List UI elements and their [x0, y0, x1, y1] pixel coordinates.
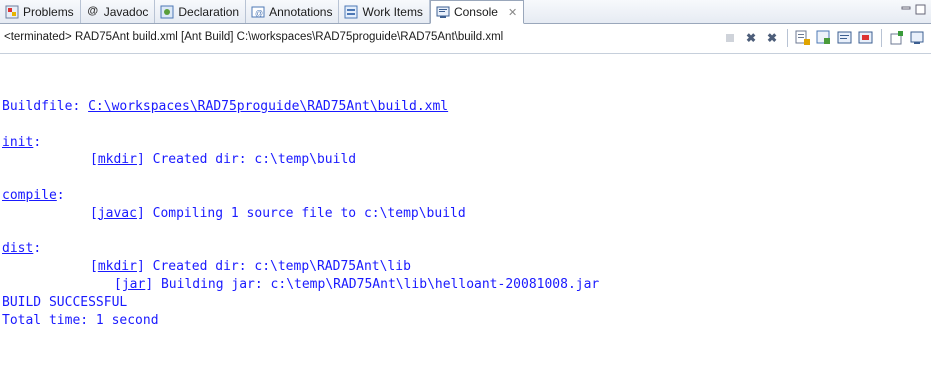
jar-message: Building jar: c:\temp\RAD75Ant\lib\hello… — [153, 276, 600, 292]
console-line-buildfile: Buildfile: C:\workspaces\RAD75proguide\R… — [0, 98, 931, 116]
tab-javadoc[interactable]: @ Javadoc — [81, 0, 156, 23]
console-line-target-dist: dist: — [2, 241, 42, 257]
console-line-dist-mkdir: [mkdir] Created dir: c:\temp\RAD75Ant\li… — [90, 259, 411, 275]
problems-icon — [5, 5, 19, 19]
tab-work-items[interactable]: Work Items — [339, 0, 430, 23]
javac-message: Compiling 1 source file to c:\temp\build — [144, 205, 466, 221]
console-line-target-init: init: — [2, 134, 42, 150]
buildfile-link[interactable]: C:\workspaces\RAD75proguide\RAD75Ant\bui… — [88, 99, 448, 114]
task-mkdir-link[interactable]: mkdir — [98, 259, 137, 274]
console-output[interactable]: Buildfile: C:\workspaces\RAD75proguide\R… — [0, 54, 931, 383]
toolbar-separator — [787, 29, 788, 47]
tab-console-label: Console — [453, 5, 498, 19]
tab-annotations[interactable]: @ Annotations — [246, 0, 340, 23]
console-line-init-mkdir: [mkdir] Created dir: c:\temp\build — [90, 152, 357, 168]
minimize-icon[interactable] — [901, 3, 913, 15]
console-icon — [436, 5, 450, 19]
target-dist-link[interactable]: dist — [2, 241, 33, 256]
buildfile-prefix: Buildfile: — [2, 99, 89, 114]
task-javac-link[interactable]: javac — [98, 206, 137, 221]
remove-launch-icon[interactable]: ✖ — [742, 29, 760, 47]
tab-problems[interactable]: Problems — [0, 0, 81, 23]
declaration-icon — [160, 5, 174, 19]
mkdir-message: Created dir: c:\temp\RAD75Ant\lib — [144, 259, 411, 275]
display-selected-console-icon[interactable] — [909, 29, 927, 47]
clear-console-icon[interactable] — [794, 29, 812, 47]
target-init-link[interactable]: init — [2, 135, 33, 150]
console-line-build-result: BUILD SUCCESSFUL — [2, 294, 128, 310]
scroll-lock-icon[interactable] — [815, 29, 833, 47]
pin-console-icon[interactable] — [888, 29, 906, 47]
javadoc-icon: @ — [87, 5, 99, 17]
task-mkdir-link[interactable]: mkdir — [98, 152, 137, 167]
svg-text:@: @ — [255, 9, 263, 18]
console-line-total-time: Total time: 1 second — [2, 312, 159, 328]
tab-work-items-label: Work Items — [362, 4, 423, 19]
tab-declaration-label: Declaration — [178, 4, 240, 19]
tab-problems-label: Problems — [23, 4, 74, 19]
console-line-compile-javac: [javac] Compiling 1 source file to c:\te… — [90, 205, 466, 221]
tab-annotations-label: Annotations — [269, 4, 333, 19]
show-console-on-output-icon[interactable] — [836, 29, 854, 47]
tab-javadoc-label: Javadoc — [103, 4, 149, 19]
window-controls — [901, 3, 927, 15]
mkdir-message: Created dir: c:\temp\build — [144, 152, 357, 168]
target-compile-link[interactable]: compile — [2, 188, 57, 203]
view-tabs: Problems @ Javadoc Declaration @ Annotat… — [0, 0, 525, 24]
show-console-on-error-icon[interactable] — [857, 29, 875, 47]
view-tab-bar: Problems @ Javadoc Declaration @ Annotat… — [0, 0, 931, 24]
tab-console[interactable]: Console ✕ — [429, 0, 525, 24]
tab-declaration[interactable]: Declaration — [155, 0, 247, 23]
terminate-icon[interactable] — [721, 29, 739, 47]
maximize-icon[interactable] — [915, 3, 927, 15]
console-toolbar: ✖ ✖ — [721, 29, 927, 47]
console-info-bar: <terminated> RAD75Ant build.xml [Ant Bui… — [0, 24, 931, 54]
process-status: <terminated> RAD75Ant build.xml [Ant Bui… — [4, 31, 504, 43]
close-icon[interactable]: ✕ — [508, 6, 517, 19]
console-line-target-compile: compile: — [2, 187, 65, 203]
remove-all-terminated-icon[interactable]: ✖ — [763, 29, 781, 47]
toolbar-separator — [881, 29, 882, 47]
work-items-icon — [344, 5, 358, 19]
task-jar-link[interactable]: jar — [122, 277, 145, 292]
annotations-icon: @ — [251, 5, 265, 19]
console-line-dist-jar: [jar] Building jar: c:\temp\RAD75Ant\lib… — [114, 276, 600, 292]
